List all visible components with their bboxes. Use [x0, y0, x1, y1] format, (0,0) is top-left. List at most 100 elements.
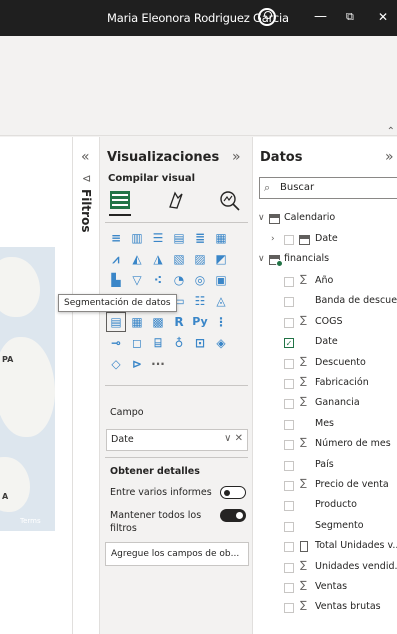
pie-chart-icon[interactable]: ◔ — [171, 272, 187, 288]
stacked-area-chart-icon[interactable]: ◮ — [150, 251, 166, 267]
filters-pane-label[interactable]: Filtros — [79, 189, 93, 232]
drillthrough-drop-well[interactable]: Agregue los campos de ob... — [105, 542, 249, 566]
matrix-icon[interactable]: ▩ — [150, 314, 166, 330]
field-checkbox[interactable] — [284, 297, 294, 307]
field-checkbox[interactable] — [284, 379, 294, 389]
slicer-icon[interactable]: ▤ — [106, 312, 126, 332]
field-name[interactable]: COGS — [315, 316, 343, 327]
collapse-table-icon[interactable]: ∨ — [258, 254, 265, 264]
collapse-data-pane-icon[interactable]: » — [385, 149, 394, 165]
decomposition-tree-icon[interactable]: ⊸ — [108, 335, 124, 351]
field-checkbox[interactable] — [284, 420, 294, 430]
key-influencers-icon[interactable]: ⋮ — [213, 314, 229, 330]
filters-pane[interactable]: « ⊲ Filtros — [72, 137, 100, 634]
100-column-chart-icon[interactable]: ▦ — [213, 230, 229, 246]
field-checkbox[interactable] — [284, 583, 294, 593]
restore-button[interactable]: ⧉ — [346, 9, 354, 25]
field-checkbox[interactable] — [284, 603, 294, 613]
table-icon[interactable]: ▦ — [129, 314, 145, 330]
clustered-bar-chart-icon[interactable]: ☰ — [150, 230, 166, 246]
field-checkbox[interactable] — [284, 440, 294, 450]
multi-row-card-icon[interactable]: ☷ — [192, 293, 208, 309]
paginated-report-icon[interactable]: ⊡ — [192, 335, 208, 351]
table-name[interactable]: financials — [284, 253, 329, 264]
qa-visual-icon[interactable]: ◻ — [129, 335, 145, 351]
stacked-column-chart-icon[interactable]: ▥ — [129, 230, 145, 246]
field-checkbox[interactable] — [284, 563, 294, 573]
field-name[interactable]: Segmento — [315, 520, 364, 531]
python-visual-icon[interactable]: Py — [192, 314, 208, 330]
field-checkbox[interactable] — [284, 399, 294, 409]
field-name[interactable]: Ganancia — [315, 397, 360, 408]
report-canvas[interactable]: PA A Terms — [0, 137, 72, 634]
user-avatar-icon[interactable] — [258, 8, 276, 26]
field-name[interactable]: País — [315, 459, 334, 470]
ribbon-chart-icon[interactable]: ◩ — [213, 251, 229, 267]
cross-report-toggle[interactable] — [220, 486, 246, 499]
field-checkbox[interactable] — [284, 359, 294, 369]
field-checkbox[interactable] — [284, 235, 294, 245]
analytics-icon[interactable] — [218, 189, 242, 211]
search-input[interactable]: ⌕ Buscar — [259, 177, 397, 199]
r-script-visual-icon[interactable]: R — [171, 314, 187, 330]
expand-filters-icon[interactable]: « — [81, 149, 90, 165]
kpi-icon[interactable]: ◬ — [213, 293, 229, 309]
arcgis-icon[interactable]: ⊳ — [129, 356, 145, 372]
field-name[interactable]: Ventas — [315, 581, 347, 592]
field-name[interactable]: Banda de descue... — [315, 295, 397, 306]
area-chart-icon[interactable]: ◭ — [129, 251, 145, 267]
field-name[interactable]: Date — [315, 233, 338, 244]
field-name[interactable]: Producto — [315, 499, 357, 510]
field-checkbox[interactable] — [284, 501, 294, 511]
field-name[interactable]: Descuento — [315, 357, 366, 368]
line-clustered-column-icon[interactable]: ▨ — [192, 251, 208, 267]
table-name[interactable]: Calendario — [284, 212, 335, 223]
minimize-button[interactable]: — — [314, 9, 327, 25]
goals-icon[interactable]: ♁ — [171, 335, 187, 351]
waterfall-chart-icon[interactable]: ▙ — [108, 272, 124, 288]
field-controls[interactable]: ∨ ✕ — [224, 433, 243, 444]
expand-hierarchy-icon[interactable]: › — [271, 234, 275, 244]
selected-tab-indicator — [109, 214, 131, 216]
collapse-visualizations-icon[interactable]: » — [232, 149, 241, 165]
field-checkbox[interactable] — [284, 522, 294, 532]
ribbon-collapse-icon[interactable]: ⌃ — [387, 126, 395, 137]
line-column-chart-icon[interactable]: ▧ — [171, 251, 187, 267]
field-name[interactable]: Mes — [315, 418, 334, 429]
field-checkbox[interactable] — [284, 461, 294, 471]
line-chart-icon[interactable]: ⩘ — [108, 251, 124, 267]
field-name[interactable]: Ventas brutas — [315, 601, 381, 612]
field-name[interactable]: Número de mes — [315, 438, 391, 449]
field-name[interactable]: Total Unidades v... — [315, 540, 397, 551]
more-visuals-icon[interactable]: ··· — [150, 356, 166, 372]
field-checkbox-checked[interactable]: ✓ — [284, 338, 294, 348]
close-button[interactable]: ✕ — [378, 9, 388, 25]
power-automate-icon[interactable]: ◇ — [108, 356, 124, 372]
field-name[interactable]: Precio de venta — [315, 479, 389, 490]
power-apps-icon[interactable]: ◈ — [213, 335, 229, 351]
funnel-chart-icon[interactable]: ▽ — [129, 272, 145, 288]
field-checkbox[interactable] — [284, 277, 294, 287]
100-bar-chart-icon[interactable]: ≣ — [192, 230, 208, 246]
donut-chart-icon[interactable]: ◎ — [192, 272, 208, 288]
field-name[interactable]: Fabricación — [315, 377, 369, 388]
field-name[interactable]: Año — [315, 275, 333, 286]
treemap-icon[interactable]: ▣ — [213, 272, 229, 288]
build-visual-icon[interactable] — [108, 189, 132, 211]
stacked-bar-chart-icon[interactable]: ≡ — [108, 230, 124, 246]
map-visual[interactable]: PA A Terms — [0, 247, 55, 531]
map-terms-link[interactable]: Terms — [20, 517, 41, 525]
keep-filters-toggle[interactable] — [220, 509, 246, 522]
format-visual-icon[interactable] — [164, 189, 188, 211]
field-checkbox[interactable] — [284, 318, 294, 328]
field-checkbox[interactable] — [284, 481, 294, 491]
collapse-table-icon[interactable]: ∨ — [258, 213, 265, 223]
clustered-column-chart-icon[interactable]: ▤ — [171, 230, 187, 246]
field-name[interactable]: Date — [315, 336, 338, 347]
scatter-chart-icon[interactable]: ⁖ — [150, 272, 166, 288]
field-well[interactable]: Date ∨ ✕ — [106, 429, 248, 451]
narrative-icon[interactable]: ⌸ — [150, 335, 166, 351]
data-pane: Datos » ⌕ Buscar ∨ Calendario › Date ∨ f… — [253, 137, 397, 634]
field-checkbox[interactable] — [284, 542, 294, 552]
field-name[interactable]: Unidades vendid... — [315, 561, 397, 572]
